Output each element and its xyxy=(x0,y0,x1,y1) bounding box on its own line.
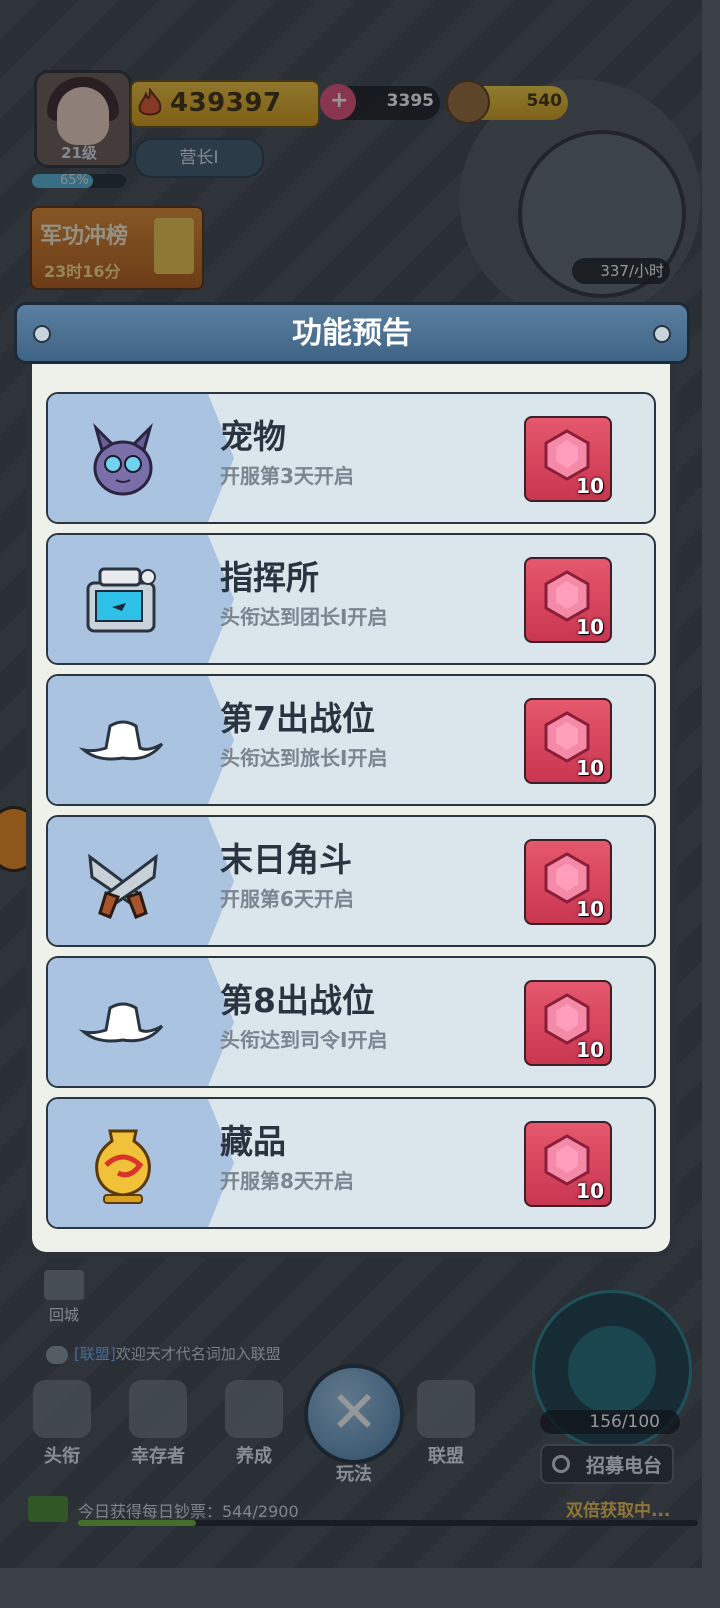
reward-quantity: 10 xyxy=(576,756,604,780)
reward-quantity: 10 xyxy=(576,1038,604,1062)
gem-reward-button[interactable]: 10 xyxy=(524,980,612,1066)
feature-name: 末日角斗 xyxy=(220,840,352,879)
cowboy-hat-icon xyxy=(78,720,164,761)
feature-icon-area xyxy=(48,817,234,945)
feature-icon-area xyxy=(48,1099,234,1227)
feature-icon-area xyxy=(48,394,234,522)
gem-reward-button[interactable]: 10 xyxy=(524,698,612,784)
feature-name: 指挥所 xyxy=(220,558,319,597)
reward-quantity: 10 xyxy=(576,1179,604,1203)
dialog-title: 功能预告 xyxy=(292,316,412,351)
feature-card: 藏品 开服第8天开启 10 xyxy=(46,1097,656,1229)
gem-reward-button[interactable]: 10 xyxy=(524,557,612,643)
feature-card: 第8出战位 头衔达到司令I开启 10 xyxy=(46,956,656,1088)
pet-icon xyxy=(93,422,153,496)
feature-name: 藏品 xyxy=(220,1122,286,1161)
feature-condition: 开服第3天开启 xyxy=(220,464,354,488)
cowboy-hat-icon xyxy=(78,1002,164,1043)
feature-card: 第7出战位 头衔达到旅长I开启 10 xyxy=(46,674,656,806)
feature-card: 宠物 开服第3天开启 10 xyxy=(46,392,656,524)
crossed-revolvers-icon xyxy=(88,853,158,919)
feature-icon-area xyxy=(48,958,234,1086)
feature-card: 指挥所 头衔达到团长I开启 10 xyxy=(46,533,656,665)
gem-reward-button[interactable]: 10 xyxy=(524,839,612,925)
golden-vase-icon xyxy=(95,1129,151,1204)
feature-card: 末日角斗 开服第6天开启 10 xyxy=(46,815,656,947)
feature-name: 宠物 xyxy=(220,417,286,456)
gem-reward-button[interactable]: 10 xyxy=(524,1121,612,1207)
reward-quantity: 10 xyxy=(576,615,604,639)
feature-condition: 开服第6天开启 xyxy=(220,887,354,911)
reward-quantity: 10 xyxy=(576,474,604,498)
gem-reward-button[interactable]: 10 xyxy=(524,416,612,502)
feature-condition: 头衔达到司令I开启 xyxy=(220,1028,388,1052)
command-post-icon xyxy=(86,567,156,633)
dialog-header: 功能预告 xyxy=(14,302,690,364)
feature-condition: 开服第8天开启 xyxy=(220,1169,354,1193)
feature-name: 第7出战位 xyxy=(220,699,375,738)
feature-condition: 头衔达到旅长I开启 xyxy=(220,746,388,770)
feature-icon-area xyxy=(48,676,234,804)
feature-name: 第8出战位 xyxy=(220,981,375,1020)
feature-icon-area xyxy=(48,535,234,663)
bolt-icon xyxy=(653,325,671,343)
feature-condition: 头衔达到团长I开启 xyxy=(220,605,388,629)
reward-quantity: 10 xyxy=(576,897,604,921)
